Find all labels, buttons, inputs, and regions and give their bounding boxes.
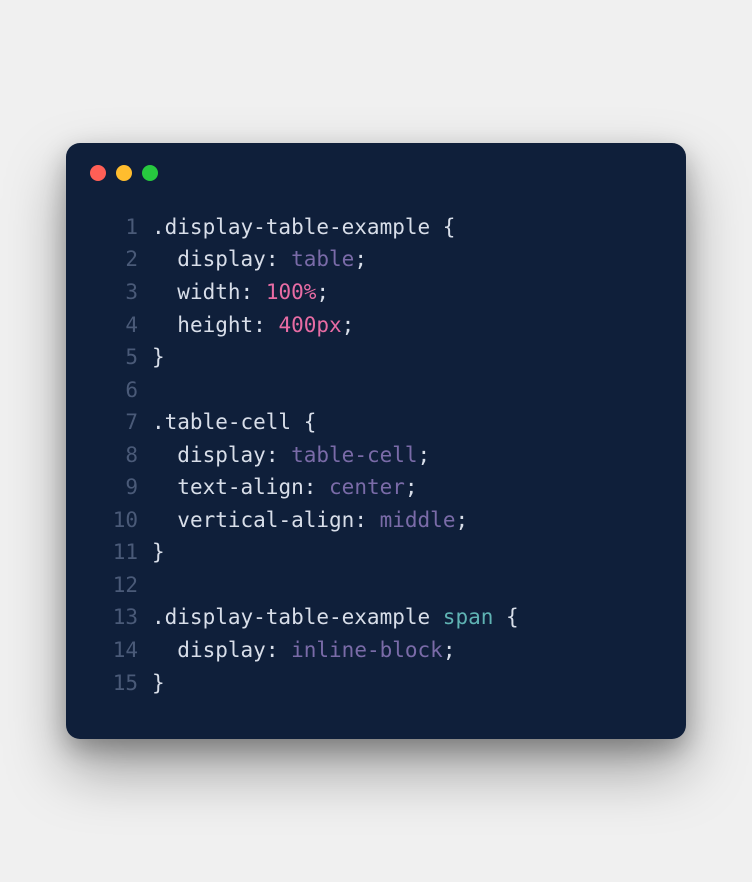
token-bracket: {: [443, 215, 456, 239]
token-prop: display: [177, 638, 266, 662]
line-content: height: 400px;: [152, 309, 656, 342]
token-bracket: }: [152, 345, 165, 369]
code-line: 10 vertical-align: middle;: [96, 504, 656, 537]
line-content: }: [152, 341, 656, 374]
line-content: text-align: center;: [152, 471, 656, 504]
close-icon[interactable]: [90, 165, 106, 181]
maximize-icon[interactable]: [142, 165, 158, 181]
token-bracket: {: [506, 605, 519, 629]
line-number: 14: [96, 634, 138, 667]
token-punct: ;: [342, 313, 355, 337]
code-line: 8 display: table-cell;: [96, 439, 656, 472]
token-num: 400px: [278, 313, 341, 337]
line-number: 8: [96, 439, 138, 472]
code-line: 1 .display-table-example {: [96, 211, 656, 244]
line-content: [152, 374, 656, 407]
token-colon: :: [266, 638, 291, 662]
line-number: 3: [96, 276, 138, 309]
code-line: 9 text-align: center;: [96, 471, 656, 504]
line-number: 10: [96, 504, 138, 537]
token-num: 100%: [266, 280, 317, 304]
token-prop: display: [177, 443, 266, 467]
minimize-icon[interactable]: [116, 165, 132, 181]
line-content: .table-cell {: [152, 406, 656, 439]
token-prop: text-align: [177, 475, 303, 499]
line-content: display: table;: [152, 243, 656, 276]
line-content: .display-table-example {: [152, 211, 656, 244]
code-line: 3 width: 100%;: [96, 276, 656, 309]
code-line: 12: [96, 569, 656, 602]
token-colon: :: [253, 313, 278, 337]
code-line: 7 .table-cell {: [96, 406, 656, 439]
line-number: 5: [96, 341, 138, 374]
token-bracket: }: [152, 540, 165, 564]
token-punct: [152, 313, 177, 337]
line-content: [152, 569, 656, 602]
token-punct: ;: [443, 638, 456, 662]
token-punct: [152, 280, 177, 304]
code-line: 2 display: table;: [96, 243, 656, 276]
token-punct: ;: [354, 247, 367, 271]
line-number: 1: [96, 211, 138, 244]
token-punct: [152, 475, 177, 499]
line-number: 12: [96, 569, 138, 602]
token-colon: :: [241, 280, 266, 304]
line-number: 7: [96, 406, 138, 439]
code-line: 5}: [96, 341, 656, 374]
code-block: 1.display-table-example {2 display: tabl…: [66, 191, 686, 709]
token-prop: vertical-align: [177, 508, 354, 532]
token-punct: ;: [405, 475, 418, 499]
line-number: 6: [96, 374, 138, 407]
line-number: 9: [96, 471, 138, 504]
token-punct: [152, 443, 177, 467]
token-punct: ;: [455, 508, 468, 532]
token-kw: middle: [380, 508, 456, 532]
code-line: 4 height: 400px;: [96, 309, 656, 342]
token-prop: width: [177, 280, 240, 304]
line-number: 13: [96, 601, 138, 634]
line-number: 2: [96, 243, 138, 276]
token-prop: display: [177, 247, 266, 271]
token-selector: .table-cell: [152, 410, 304, 434]
token-punct: ;: [418, 443, 431, 467]
token-colon: :: [354, 508, 379, 532]
token-kw: table: [291, 247, 354, 271]
line-content: vertical-align: middle;: [152, 504, 656, 537]
token-punct: [493, 605, 506, 629]
line-number: 15: [96, 667, 138, 700]
line-content: }: [152, 536, 656, 569]
token-bracket: }: [152, 671, 165, 695]
token-kw: table-cell: [291, 443, 417, 467]
token-punct: [152, 508, 177, 532]
token-colon: :: [266, 443, 291, 467]
line-content: display: table-cell;: [152, 439, 656, 472]
token-tag: span: [443, 605, 494, 629]
code-line: 11}: [96, 536, 656, 569]
code-line: 15}: [96, 667, 656, 700]
line-content: .display-table-example span {: [152, 601, 656, 634]
code-window: 1.display-table-example {2 display: tabl…: [66, 143, 686, 739]
line-content: width: 100%;: [152, 276, 656, 309]
token-colon: :: [304, 475, 329, 499]
code-line: 13 .display-table-example span {: [96, 601, 656, 634]
token-punct: ;: [316, 280, 329, 304]
token-kw: center: [329, 475, 405, 499]
line-number: 11: [96, 536, 138, 569]
token-selector: .display-table-example: [152, 215, 443, 239]
line-content: }: [152, 667, 656, 700]
token-bracket: {: [304, 410, 317, 434]
window-titlebar: [66, 143, 686, 191]
code-line: 6: [96, 374, 656, 407]
token-punct: [152, 247, 177, 271]
token-punct: [152, 638, 177, 662]
token-colon: :: [266, 247, 291, 271]
code-line: 14 display: inline-block;: [96, 634, 656, 667]
token-kw: inline-block: [291, 638, 443, 662]
line-number: 4: [96, 309, 138, 342]
line-content: display: inline-block;: [152, 634, 656, 667]
token-selector: .display-table-example: [152, 605, 443, 629]
token-prop: height: [177, 313, 253, 337]
